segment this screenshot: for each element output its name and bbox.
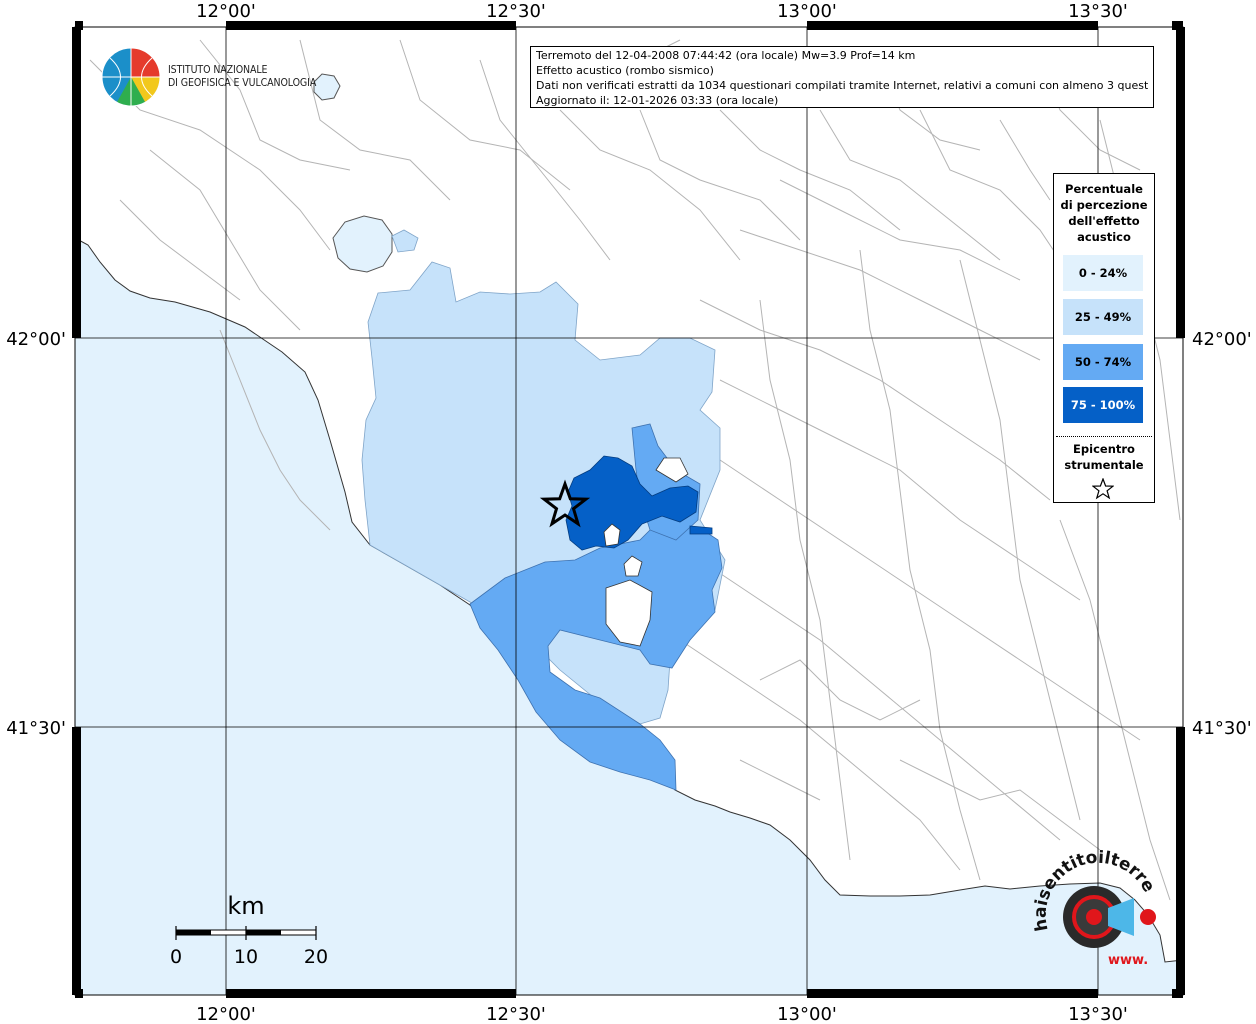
event-line-2: Effetto acustico (rombo sismico) [536, 64, 714, 77]
lon-label-13-30-bottom: 13°30' [1068, 1004, 1128, 1024]
institute-line-2: DI GEOFISICA E VULCANOLOGIA [168, 77, 317, 89]
scale-tick-10: 10 [234, 946, 258, 968]
legend-class-label: 50 - 74% [1074, 355, 1132, 369]
longitude-labels-bottom: 12°00' 12°30' 13°00' 13°30' [196, 1004, 1128, 1024]
legend-title-line: dell'effetto [1068, 214, 1140, 228]
legend-star-icon [1092, 478, 1114, 500]
lat-label-42-00-right: 42°00' [1192, 329, 1252, 350]
institute-name: ISTITUTO NAZIONALE DI GEOFISICA E VULCAN… [168, 64, 316, 90]
legend-class-75-100: 75 - 100% [1063, 387, 1143, 423]
lon-label-12-00-bottom: 12°00' [196, 1004, 256, 1024]
lon-label-12-00: 12°00' [196, 1, 256, 22]
map: 12°00' 12°30' 13°00' 13°30' 12°00' 12°30… [0, 0, 1252, 1024]
institute-line-1: ISTITUTO NAZIONALE [168, 64, 268, 76]
lon-label-13-30: 13°30' [1068, 1, 1128, 22]
longitude-labels-top: 12°00' 12°30' 13°00' 13°30' [196, 1, 1128, 22]
lon-label-12-30: 12°30' [486, 1, 546, 22]
ingv-logo-icon [101, 47, 161, 107]
legend-class-label: 75 - 100% [1070, 398, 1136, 412]
legend: Percentuale di percezione dell'effetto a… [1053, 173, 1155, 503]
legend-title-line: acustico [1077, 230, 1131, 244]
event-line-4: Aggiornato il: 12-01-2026 03:33 (ora loc… [536, 94, 779, 107]
scale-tick-0: 0 [170, 946, 182, 968]
legend-class-25-49: 25 - 49% [1063, 299, 1143, 335]
legend-title-line: Percentuale [1065, 182, 1143, 196]
legend-epicenter-line: Epicentro [1073, 442, 1135, 456]
legend-separator [1056, 436, 1152, 437]
legend-class-50-74: 50 - 74% [1063, 344, 1143, 380]
legend-class-label: 25 - 49% [1074, 310, 1132, 324]
event-line-1: Terremoto del 12-04-2008 07:44:42 (ora l… [536, 49, 916, 62]
scale-tick-20: 20 [304, 946, 328, 968]
legend-epicenter-label: Epicentro strumentale [1054, 441, 1154, 473]
watermark-subtext: www. [1108, 953, 1148, 968]
lon-label-13-00-bottom: 13°00' [777, 1004, 837, 1024]
legend-class-label: 0 - 24% [1078, 266, 1128, 280]
lat-label-41-30-right: 41°30' [1192, 718, 1252, 739]
event-line-3: Dati non verificati estratti da 1034 que… [536, 79, 1148, 92]
lon-label-13-00: 13°00' [777, 1, 837, 22]
legend-title: Percentuale di percezione dell'effetto a… [1054, 181, 1154, 245]
lat-label-41-30-left: 41°30' [6, 718, 66, 739]
legend-class-0-24: 0 - 24% [1063, 255, 1143, 291]
lon-label-12-30-bottom: 12°30' [486, 1004, 546, 1024]
legend-epicenter-line: strumentale [1064, 458, 1144, 472]
legend-title-line: di percezione [1060, 198, 1148, 212]
scale-unit: km [227, 892, 264, 920]
event-info-box: Terremoto del 12-04-2008 07:44:42 (ora l… [530, 46, 1154, 108]
lat-label-42-00-left: 42°00' [6, 329, 66, 350]
